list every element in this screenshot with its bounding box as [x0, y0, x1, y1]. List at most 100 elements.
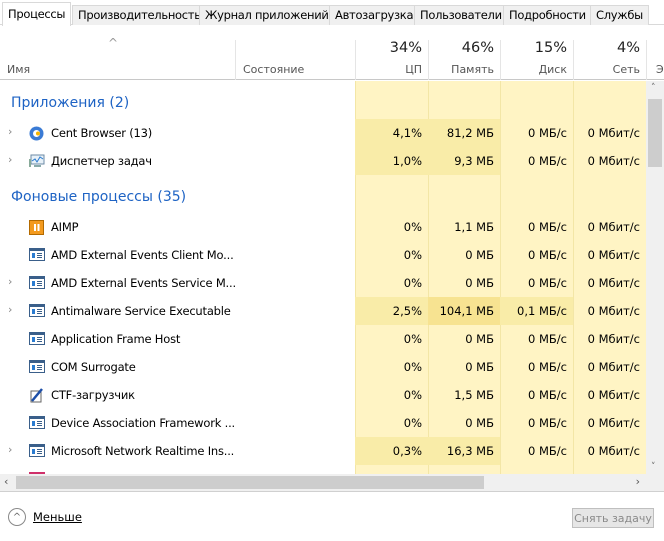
cell-net: 0 Мбит/с — [587, 444, 640, 458]
cell-cpu: 0% — [403, 276, 422, 290]
cell-mem: 0 МБ — [465, 416, 494, 430]
process-row[interactable]: AIMP 0% 1,1 МБ 0 МБ/с 0 Мбит/с — [0, 213, 646, 241]
expand-chevron-icon[interactable]: › — [8, 153, 12, 166]
cell-mem: 16,3 МБ — [428, 437, 500, 465]
col-cpu[interactable]: 34% ЦП — [355, 40, 428, 80]
tab-bar: Процессы Производительность Журнал прило… — [0, 0, 664, 26]
process-name: Application Frame Host — [51, 332, 181, 346]
process-name: Диспетчер задач — [51, 154, 152, 168]
process-row[interactable]: CTF-загрузчик 0% 1,5 МБ 0 МБ/с 0 Мбит/с — [0, 381, 646, 409]
cell-mem: 0 МБ — [465, 332, 494, 346]
tab-startup[interactable]: Автозагрузка — [329, 5, 420, 25]
process-name: Antimalware Service Executable — [51, 304, 231, 318]
cell-cpu: 2,5% — [355, 297, 428, 325]
col-memory[interactable]: 46% Память — [428, 40, 500, 80]
cell-cpu: 0% — [403, 332, 422, 346]
cell-net: 0 Мбит/с — [587, 276, 640, 290]
service-icon — [29, 360, 45, 374]
cell-net: 0 Мбит/с — [587, 126, 640, 140]
cent-browser-icon — [29, 126, 44, 141]
vertical-scroll-thumb[interactable] — [648, 99, 662, 167]
expand-chevron-icon[interactable]: › — [8, 303, 12, 316]
service-icon — [29, 416, 45, 430]
expand-chevron-icon[interactable]: › — [8, 275, 12, 288]
cell-net: 0 Мбит/с — [587, 154, 640, 168]
tab-users[interactable]: Пользователи — [414, 5, 508, 25]
cell-mem: 104,1 МБ — [428, 297, 500, 325]
process-row[interactable]: Device Association Framework ... 0% 0 МБ 0 … — [0, 409, 646, 437]
process-name: Microsoft Network Realtime Ins... — [51, 444, 235, 458]
cell-net: 0 Мбит/с — [587, 416, 640, 430]
cell-disk: 0 МБ/с — [528, 332, 567, 346]
process-row[interactable]: Application Frame Host 0% 0 МБ 0 МБ/с 0 Мбит… — [0, 325, 646, 353]
service-icon — [29, 276, 45, 290]
tab-app-history[interactable]: Журнал приложений — [199, 5, 335, 25]
process-row[interactable]: COM Surrogate 0% 0 МБ 0 МБ/с 0 Мбит/с — [0, 353, 646, 381]
ctf-icon — [29, 388, 44, 403]
service-icon — [29, 304, 45, 318]
tab-services[interactable]: Службы — [590, 5, 649, 25]
service-icon — [29, 248, 45, 262]
cell-disk: 0 МБ/с — [528, 126, 567, 140]
scroll-left-icon[interactable]: ‹ — [4, 475, 8, 488]
col-extra[interactable]: Э — [646, 40, 664, 80]
process-row[interactable]: › AMD External Events Service M... 0% 0 МБ 0… — [0, 269, 646, 297]
process-row[interactable]: AMD External Events Client Mo... 0% 0 МБ 0 … — [0, 241, 646, 269]
footer: ^ Меньше Снять задачу — [0, 491, 664, 541]
process-row[interactable]: › Cent Browser (13) 4,1% 81,2 МБ 0 МБ/с 0 Мби… — [0, 119, 646, 147]
cell-disk: 0 МБ/с — [528, 416, 567, 430]
process-name: Device Association Framework ... — [51, 416, 236, 430]
cell-cpu: 0,3% — [355, 437, 428, 465]
col-network[interactable]: 4% Сеть — [573, 40, 646, 80]
process-row[interactable]: › Диспетчер задач 1,0% 9,3 МБ 0 МБ/с 0 Мбит/с — [0, 147, 646, 175]
scroll-down-icon[interactable]: ˅ — [651, 462, 656, 472]
process-row[interactable]: › Antimalware Service Executable 2,5% 104,1… — [0, 297, 646, 325]
process-name: Cent Browser (13) — [51, 126, 153, 140]
scroll-right-icon[interactable]: › — [636, 475, 640, 488]
horizontal-scroll-thumb[interactable] — [16, 476, 484, 489]
scroll-up-icon[interactable]: ˄ — [651, 83, 656, 93]
tab-performance[interactable]: Производительность — [72, 5, 207, 25]
process-name: COM Surrogate — [51, 360, 136, 374]
cell-disk: 0 МБ/с — [528, 444, 567, 458]
col-disk[interactable]: 15% Диск — [500, 40, 573, 80]
group-apps: Приложения (2) — [11, 95, 130, 111]
process-list: Приложения (2) Фоновые процессы (35) › Ce… — [0, 81, 646, 474]
cell-mem: 81,2 МБ — [428, 119, 500, 147]
tab-processes[interactable]: Процессы — [2, 2, 72, 26]
cell-mem: 1,5 МБ — [454, 388, 494, 402]
cell-disk: 0,1 МБ/с — [500, 297, 573, 325]
cell-net: 0 Мбит/с — [587, 332, 640, 346]
group-background: Фоновые процессы (35) — [11, 189, 187, 205]
cell-disk: 0 МБ/с — [528, 248, 567, 262]
cell-cpu: 0% — [403, 360, 422, 374]
cell-net: 0 Мбит/с — [587, 304, 640, 318]
cell-disk: 0 МБ/с — [528, 360, 567, 374]
cell-disk: 0 МБ/с — [528, 276, 567, 290]
col-name[interactable]: ^ Имя — [0, 36, 235, 80]
service-icon — [29, 444, 45, 458]
cell-cpu: 4,1% — [355, 119, 428, 147]
cell-mem: 0 МБ — [465, 276, 494, 290]
col-state[interactable]: Состояние — [235, 40, 355, 80]
process-name: AMD External Events Client Mo... — [51, 248, 234, 262]
cell-net: 0 Мбит/с — [587, 248, 640, 262]
expand-chevron-icon[interactable]: › — [8, 125, 12, 138]
cell-disk: 0 МБ/с — [528, 388, 567, 402]
end-task-button[interactable]: Снять задачу — [572, 508, 654, 528]
cell-mem: 0 МБ — [465, 360, 494, 374]
horizontal-scrollbar[interactable]: ‹ › — [0, 474, 646, 491]
task-manager-icon — [29, 154, 45, 168]
tab-details[interactable]: Подробности — [503, 5, 592, 25]
column-header: ^ Имя Состояние 34% ЦП 46% Память 15% Диск … — [0, 36, 664, 80]
vertical-scrollbar[interactable]: ˄ ˅ — [646, 81, 664, 474]
cell-cpu: 0% — [403, 416, 422, 430]
expand-chevron-icon[interactable]: › — [8, 443, 12, 456]
cell-net: 0 Мбит/с — [587, 220, 640, 234]
cell-net: 0 Мбит/с — [587, 360, 640, 374]
less-details-button[interactable]: ^ Меньше — [8, 508, 82, 526]
process-name: AIMP — [51, 220, 79, 234]
process-row[interactable]: › Microsoft Network Realtime Ins... 0,3% 16… — [0, 437, 646, 465]
cell-cpu: 0% — [403, 388, 422, 402]
cell-disk: 0 МБ/с — [528, 220, 567, 234]
